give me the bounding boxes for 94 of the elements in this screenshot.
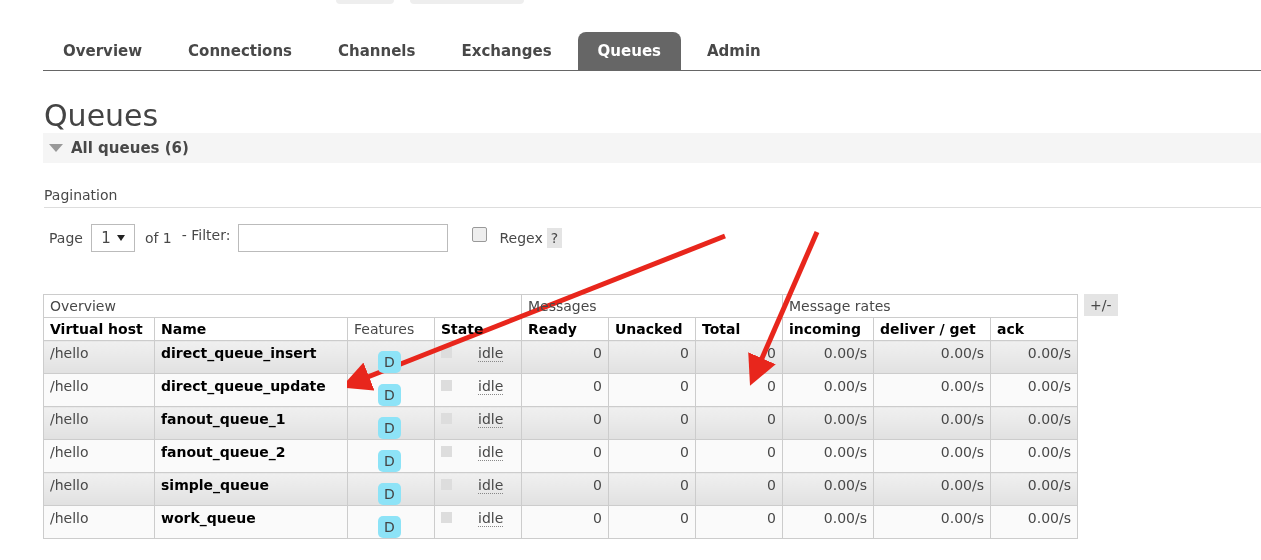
feature-badge: D	[378, 516, 401, 538]
nav-tab[interactable]: Channels	[318, 32, 436, 70]
page-select[interactable]: 1	[90, 224, 135, 252]
column-header: Unacked	[615, 321, 683, 337]
table-cell: 0	[608, 439, 696, 473]
table-cell: 0	[521, 373, 609, 407]
table-cell: 0.00/s	[873, 340, 991, 374]
table-cell: /hello	[43, 406, 155, 440]
table-cell: 0	[608, 406, 696, 440]
feature-badge: D	[378, 450, 401, 472]
table-cell: 0	[521, 472, 609, 506]
state-indicator-icon	[441, 512, 452, 523]
dropdown-caret-icon	[116, 235, 125, 241]
table-cell: 0.00/s	[990, 406, 1078, 440]
state-indicator-icon	[441, 347, 452, 358]
table-cell: 0	[521, 340, 609, 374]
column-header: ack	[997, 321, 1025, 337]
page-title: Queues	[44, 99, 160, 133]
nav-tab[interactable]: Admin	[687, 32, 781, 70]
table-cell: 0.00/s	[782, 505, 874, 539]
table-cell: 0.00/s	[990, 505, 1078, 539]
table-cell: 0	[695, 472, 783, 506]
regex-checkbox[interactable]	[472, 226, 488, 242]
filter-label: - Filter:	[181, 227, 231, 243]
queue-name-cell[interactable]: direct_queue_insert	[154, 340, 348, 374]
table-cell: /hello	[43, 505, 155, 539]
table-cell: /hello	[43, 340, 155, 374]
help-button[interactable]: ?	[546, 228, 563, 248]
table-cell: 0	[521, 505, 609, 539]
feature-badge: D	[378, 417, 401, 439]
state-text: idle	[478, 444, 504, 461]
queue-name-cell[interactable]: direct_queue_update	[154, 373, 348, 407]
table-cell: 0.00/s	[873, 439, 991, 473]
table-cell: 0	[521, 439, 609, 473]
table-cell: 0	[608, 505, 696, 539]
column-header: incoming	[789, 321, 862, 337]
columns-toggle-button[interactable]: +/-	[1084, 294, 1118, 316]
column-header: Features	[354, 321, 415, 337]
table-cell: 0.00/s	[782, 373, 874, 407]
state-text: idle	[478, 411, 504, 428]
section-title: All queues (6)	[71, 139, 189, 157]
state-indicator-icon	[441, 446, 452, 457]
table-cell: 0.00/s	[873, 505, 991, 539]
column-header: Ready	[528, 321, 577, 337]
table-cell: 0	[521, 406, 609, 440]
column-group-header: Message rates	[789, 298, 891, 314]
table-cell: 0.00/s	[873, 406, 991, 440]
feature-badge: D	[378, 384, 401, 406]
table-cell: 0	[695, 505, 783, 539]
column-group-header: Overview	[50, 298, 116, 314]
section-header[interactable]: All queues (6)	[43, 133, 1261, 163]
table-cell: 0.00/s	[990, 340, 1078, 374]
table-cell: 0	[695, 406, 783, 440]
feature-badge: D	[378, 351, 401, 373]
state-text: idle	[478, 510, 504, 527]
state-text: idle	[478, 345, 504, 362]
queue-name-cell[interactable]: fanout_queue_1	[154, 406, 348, 440]
column-header: Total	[702, 321, 741, 337]
column-header: State	[441, 321, 484, 337]
feature-badge: D	[378, 483, 401, 505]
table-cell: 0.00/s	[782, 406, 874, 440]
table-cell: /hello	[43, 439, 155, 473]
table-cell: 0	[695, 439, 783, 473]
page-count: of 1	[144, 230, 172, 246]
table-cell: 0.00/s	[873, 472, 991, 506]
table-cell: 0.00/s	[782, 439, 874, 473]
table-cell: 0.00/s	[873, 373, 991, 407]
table-cell: 0.00/s	[990, 439, 1078, 473]
queue-name-cell[interactable]: work_queue	[154, 505, 348, 539]
filter-field[interactable]	[238, 224, 449, 252]
table-cell: 0.00/s	[782, 340, 874, 374]
nav-tab[interactable]: Exchanges	[441, 32, 572, 70]
nav-tab[interactable]: Connections	[168, 32, 313, 70]
queue-name-cell[interactable]: simple_queue	[154, 472, 348, 506]
table-cell: 0	[608, 373, 696, 407]
state-text: idle	[478, 378, 504, 395]
table-cell: 0.00/s	[990, 472, 1078, 506]
state-indicator-icon	[441, 380, 452, 391]
pagination-title: Pagination	[44, 187, 1261, 208]
table-cell: /hello	[43, 472, 155, 506]
page-label: Page	[49, 230, 83, 246]
queue-name-cell[interactable]: fanout_queue_2	[154, 439, 348, 473]
nav-tab[interactable]: Queues	[577, 32, 681, 70]
column-header: Name	[161, 321, 207, 337]
regex-label: Regex	[499, 230, 543, 246]
table-cell: 0	[608, 472, 696, 506]
column-header: deliver / get	[880, 321, 976, 337]
table-cell: 0.00/s	[990, 373, 1078, 407]
state-text: idle	[478, 477, 504, 494]
nav-tab[interactable]: Overview	[43, 32, 163, 70]
table-cell: 0	[608, 340, 696, 374]
column-header: Virtual host	[50, 321, 143, 337]
table-cell: /hello	[43, 373, 155, 407]
table-cell: 0.00/s	[782, 472, 874, 506]
